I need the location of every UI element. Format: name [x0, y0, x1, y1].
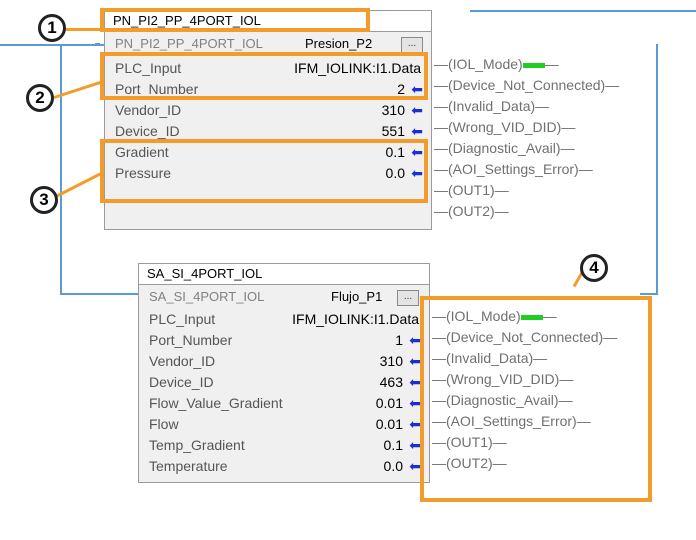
callout-badge-2: 2: [26, 84, 54, 112]
param-value[interactable]: 310: [380, 350, 403, 372]
browse-button[interactable]: ...: [401, 37, 423, 53]
param-label: Vendor_ID: [149, 353, 216, 369]
leader-line-1: [66, 28, 104, 31]
param-row: Temperature 0.0 ⬅: [139, 455, 429, 477]
param-label: PLC_Input: [149, 311, 216, 327]
param-value[interactable]: IFM_IOLINK:I1.Data: [292, 308, 419, 330]
param-row: Temp_Gradient 0.1 ⬅: [139, 434, 429, 456]
browse-button[interactable]: ...: [397, 290, 419, 306]
wire-stub: —: [561, 119, 576, 135]
param-row: Flow 0.01 ⬅: [139, 413, 429, 435]
block-tag-name[interactable]: Flujo_P1: [331, 288, 382, 306]
param-label: Vendor_ID: [115, 102, 182, 118]
param-value[interactable]: 1: [395, 329, 403, 351]
callout-badge-3: 3: [30, 186, 58, 214]
block-type-label: SA_SI_4PORT_IOL: [149, 289, 265, 304]
block-title: SA_SI_4PORT_IOL: [139, 264, 429, 285]
output-coil[interactable]: —(Device_Not_Connected)—: [434, 75, 619, 96]
param-label: Device_ID: [149, 374, 214, 390]
wire-stub: —: [434, 98, 448, 114]
top-rung-line-right: [470, 10, 696, 12]
callout-badge-4: 4: [580, 254, 608, 282]
highlight-box-1: [100, 8, 370, 32]
highlight-box-4: [420, 296, 652, 502]
highlight-box-2: [100, 52, 428, 100]
output-label: (Invalid_Data): [448, 98, 536, 114]
lower-rung-line: [60, 293, 138, 295]
param-row: Device_ID 463 ⬅: [139, 371, 429, 393]
param-label: Port_Number: [149, 332, 233, 348]
input-arrow-icon: ⬅: [411, 102, 423, 118]
output-label: (AOI_Settings_Error): [448, 161, 579, 177]
param-value[interactable]: 0.01: [376, 413, 403, 435]
block-tag-row: SA_SI_4PORT_IOL Flujo_P1 ...: [139, 288, 429, 306]
param-value[interactable]: 463: [380, 371, 403, 393]
param-value[interactable]: 310: [382, 99, 405, 121]
wire-stub: —: [560, 140, 575, 156]
param-label: Flow_Value_Gradient: [149, 395, 283, 411]
output-label: (OUT1): [448, 182, 495, 198]
output-coil[interactable]: —(AOI_Settings_Error)—: [434, 159, 593, 180]
block-type-label: PN_PI2_PP_4PORT_IOL: [115, 36, 263, 51]
aoi-block-flow[interactable]: SA_SI_4PORT_IOL SA_SI_4PORT_IOL Flujo_P1…: [138, 263, 430, 483]
wire-stub: —: [434, 77, 448, 93]
wire-stub: —: [535, 98, 550, 114]
left-rail: [60, 44, 62, 294]
output-label: (IOL_Mode): [448, 56, 523, 72]
wire-stub: —: [544, 56, 559, 72]
wire-stub: —: [494, 203, 509, 219]
param-row: PLC_Input IFM_IOLINK:I1.Data: [139, 308, 429, 330]
right-rail: [656, 44, 658, 294]
param-row: Vendor_ID 310 ⬅: [139, 350, 429, 372]
wire-stub: —: [578, 161, 593, 177]
param-label: Temp_Gradient: [149, 437, 245, 453]
param-value[interactable]: 0.0: [384, 455, 403, 477]
top-rung-short: [0, 44, 104, 46]
wire-stub: —: [434, 140, 448, 156]
wire-stub: —: [434, 56, 448, 72]
output-coil[interactable]: —(Diagnostic_Avail)—: [434, 138, 575, 159]
param-label: Temperature: [149, 458, 228, 474]
right-rung-line: [640, 293, 658, 295]
param-row: Flow_Value_Gradient 0.01 ⬅: [139, 392, 429, 414]
param-row: Port_Number 1 ⬅: [139, 329, 429, 351]
wire-stub: —: [494, 182, 509, 198]
highlight-box-3: [100, 139, 428, 203]
wire-stub: —: [434, 119, 448, 135]
wire-stub: —: [434, 161, 448, 177]
wire-stub: —: [605, 77, 620, 93]
block-tag-row: PN_PI2_PP_4PORT_IOL Presion_P2 ...: [105, 35, 431, 53]
output-coil[interactable]: —(IOL_Mode) —: [434, 54, 559, 75]
callout-badge-1: 1: [38, 14, 66, 42]
wire-stub: —: [434, 203, 448, 219]
output-coil[interactable]: —(OUT1)—: [434, 180, 509, 201]
wire-stub: —: [434, 182, 448, 198]
param-row: Vendor_ID 310 ⬅: [105, 99, 431, 121]
param-value[interactable]: 0.1: [384, 434, 403, 456]
output-label: (Device_Not_Connected): [448, 77, 606, 93]
output-label: (OUT2): [448, 203, 495, 219]
output-label: (Wrong_VID_DID): [448, 119, 562, 135]
active-indicator: [522, 62, 545, 68]
output-coil[interactable]: —(OUT2)—: [434, 201, 509, 222]
block-tag-name[interactable]: Presion_P2: [305, 35, 372, 53]
output-coil[interactable]: —(Wrong_VID_DID)—: [434, 117, 575, 138]
output-coil[interactable]: —(Invalid_Data)—: [434, 96, 549, 117]
param-value[interactable]: 0.01: [376, 392, 403, 414]
param-label: Flow: [149, 416, 179, 432]
output-label: (Diagnostic_Avail): [448, 140, 561, 156]
